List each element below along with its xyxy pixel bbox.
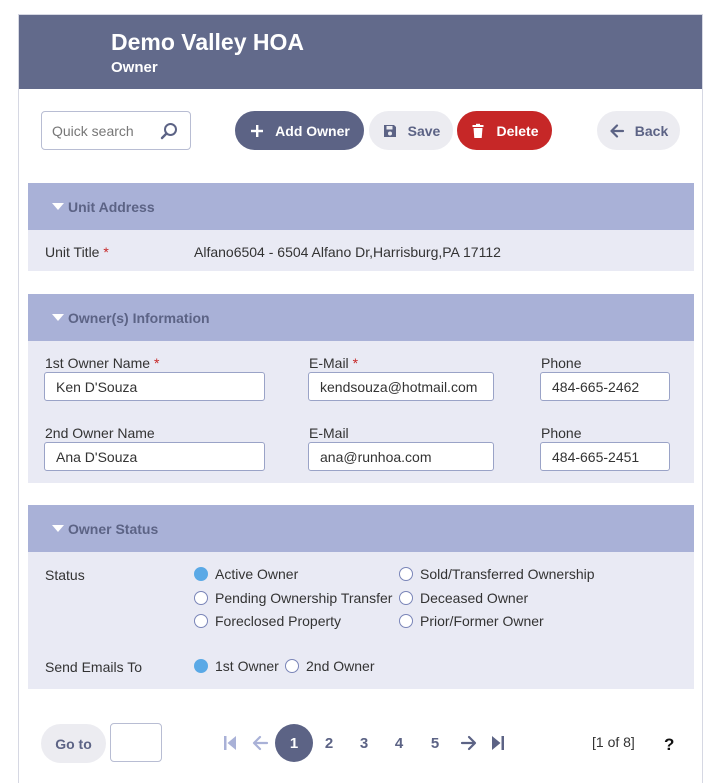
- first-phone-label: Phone: [541, 355, 582, 371]
- status-option-label: Active Owner: [215, 566, 299, 582]
- status-option-label: Prior/Former Owner: [420, 613, 544, 629]
- status-option-label: Deceased Owner: [420, 590, 529, 606]
- add-owner-button[interactable]: Add Owner: [235, 111, 364, 150]
- owner-status-header[interactable]: Owner Status: [28, 505, 694, 552]
- unit-address-header[interactable]: Unit Address: [28, 183, 694, 230]
- back-button[interactable]: Back: [597, 111, 680, 150]
- second-owner-name-label: 2nd Owner Name: [45, 425, 155, 441]
- save-label: Save: [407, 122, 441, 139]
- second-email-label: E-Mail: [309, 425, 349, 441]
- status-option-deceased[interactable]: Deceased Owner: [399, 590, 528, 606]
- unit-title-value: Alfano6504 - 6504 Alfano Dr,Harrisburg,P…: [194, 244, 501, 260]
- back-label: Back: [634, 122, 669, 139]
- owners-info-title: Owner(s) Information: [68, 310, 210, 326]
- status-option-prior-former[interactable]: Prior/Former Owner: [399, 613, 544, 629]
- page-1-button[interactable]: 1: [275, 724, 313, 762]
- radio-empty-icon[interactable]: [399, 591, 413, 605]
- go-to-button[interactable]: Go to: [41, 724, 106, 763]
- go-to-page-input[interactable]: [110, 723, 162, 762]
- send-option-first-owner[interactable]: 1st Owner: [194, 658, 279, 674]
- owners-info-header[interactable]: Owner(s) Information: [28, 294, 694, 341]
- next-page-icon[interactable]: [460, 735, 478, 751]
- radio-empty-icon[interactable]: [194, 614, 208, 628]
- first-phone-input[interactable]: [540, 372, 670, 401]
- page-3-button[interactable]: 3: [354, 724, 374, 762]
- page-title: Demo Valley HOA: [111, 29, 305, 55]
- owner-status-title: Owner Status: [68, 521, 159, 537]
- previous-page-icon[interactable]: [251, 735, 269, 751]
- first-owner-name-label-text: 1st Owner Name: [45, 355, 151, 371]
- radio-selected-icon[interactable]: [194, 567, 208, 581]
- first-owner-name-input[interactable]: [44, 372, 265, 401]
- required-mark: *: [153, 355, 160, 371]
- send-emails-label: Send Emails To: [45, 659, 143, 675]
- radio-empty-icon[interactable]: [285, 659, 299, 673]
- status-option-sold-transferred[interactable]: Sold/Transferred Ownership: [399, 566, 595, 582]
- page-info: [1 of 8]: [592, 734, 635, 750]
- delete-label: Delete: [496, 122, 539, 139]
- owner-status-body: Status Active Owner Sold/Transferred Own…: [28, 552, 694, 689]
- help-icon[interactable]: ?: [664, 735, 674, 755]
- page-4-button[interactable]: 4: [389, 724, 409, 762]
- first-email-label-text: E-Mail: [309, 355, 349, 371]
- send-option-label: 1st Owner: [215, 658, 279, 674]
- collapse-triangle-icon: [52, 314, 64, 321]
- status-option-label: Pending Ownership Transfer: [215, 590, 393, 606]
- page-subtitle: Owner: [111, 59, 158, 76]
- unit-address-title: Unit Address: [68, 199, 155, 215]
- first-owner-name-label: 1st Owner Name *: [45, 355, 159, 371]
- page-5-button[interactable]: 5: [425, 724, 445, 762]
- last-page-icon[interactable]: [489, 735, 507, 751]
- status-option-foreclosed[interactable]: Foreclosed Property: [194, 613, 341, 629]
- add-owner-label: Add Owner: [275, 122, 350, 139]
- second-phone-input[interactable]: [540, 442, 670, 471]
- unit-address-body: Unit Title * Alfano6504 - 6504 Alfano Dr…: [28, 230, 694, 271]
- collapse-triangle-icon: [52, 203, 64, 210]
- first-page-icon[interactable]: [221, 735, 239, 751]
- first-email-input[interactable]: [308, 372, 494, 401]
- page-frame: Demo Valley HOA Owner Add Owner Save Del…: [18, 14, 703, 783]
- send-option-second-owner[interactable]: 2nd Owner: [285, 658, 374, 674]
- floppy-disk-icon: [383, 124, 396, 137]
- radio-empty-icon[interactable]: [194, 591, 208, 605]
- second-email-input[interactable]: [308, 442, 494, 471]
- second-phone-label: Phone: [541, 425, 582, 441]
- page-2-button[interactable]: 2: [319, 724, 339, 762]
- delete-button[interactable]: Delete: [457, 111, 552, 150]
- status-label: Status: [45, 567, 85, 583]
- radio-empty-icon[interactable]: [399, 567, 413, 581]
- status-option-pending-transfer[interactable]: Pending Ownership Transfer: [194, 590, 392, 606]
- search-input[interactable]: [52, 120, 157, 142]
- status-option-active-owner[interactable]: Active Owner: [194, 566, 298, 582]
- save-button[interactable]: Save: [369, 111, 453, 150]
- required-mark: *: [103, 244, 109, 260]
- required-mark: *: [352, 355, 359, 371]
- owners-info-body: 1st Owner Name * E-Mail * Phone 2nd Owne…: [28, 341, 694, 483]
- radio-selected-icon[interactable]: [194, 659, 208, 673]
- radio-empty-icon[interactable]: [399, 614, 413, 628]
- trash-icon: [472, 123, 484, 138]
- collapse-triangle-icon: [52, 525, 64, 532]
- send-option-label: 2nd Owner: [306, 658, 375, 674]
- app-header: Demo Valley HOA Owner: [19, 15, 702, 89]
- quick-search[interactable]: [41, 111, 191, 150]
- second-owner-name-input[interactable]: [44, 442, 265, 471]
- unit-title-label-text: Unit Title: [45, 244, 100, 260]
- plus-icon: [251, 124, 264, 137]
- status-option-label: Sold/Transferred Ownership: [420, 566, 595, 582]
- unit-title-label: Unit Title *: [45, 244, 109, 260]
- first-email-label: E-Mail *: [309, 355, 358, 371]
- status-option-label: Foreclosed Property: [215, 613, 342, 629]
- search-icon[interactable]: [160, 122, 178, 140]
- arrow-left-icon: [610, 123, 624, 138]
